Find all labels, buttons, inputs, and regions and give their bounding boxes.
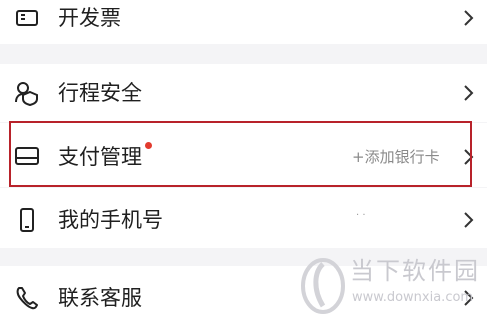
menu-item-label: 行程安全 (58, 81, 142, 105)
menu-item-phone[interactable]: 我的手机号 · · (0, 188, 487, 248)
chevron-right-icon (462, 83, 476, 103)
menu-item-label: 我的手机号 (58, 208, 163, 232)
watermark: 当下软件园 www.downxia.com (300, 252, 487, 321)
chevron-right-icon (462, 210, 476, 230)
watermark-title: 当下软件园 (350, 257, 480, 285)
watermark-url: www.downxia.com (352, 290, 474, 305)
phone-icon (14, 207, 40, 233)
menu-item-trip-safety[interactable]: 行程安全 (0, 64, 487, 122)
users-shield-icon (14, 80, 40, 106)
phone-number-value: · · (356, 210, 366, 221)
chevron-right-icon (462, 8, 476, 28)
headset-phone-icon (14, 285, 40, 311)
watermark-logo-icon (301, 258, 345, 314)
menu-item-label: 开发票 (58, 6, 121, 30)
menu-item-label: 联系客服 (58, 286, 142, 310)
menu-item-invoice[interactable]: 开发票 (0, 0, 487, 44)
invoice-icon (14, 5, 40, 31)
highlight-box (9, 121, 472, 187)
